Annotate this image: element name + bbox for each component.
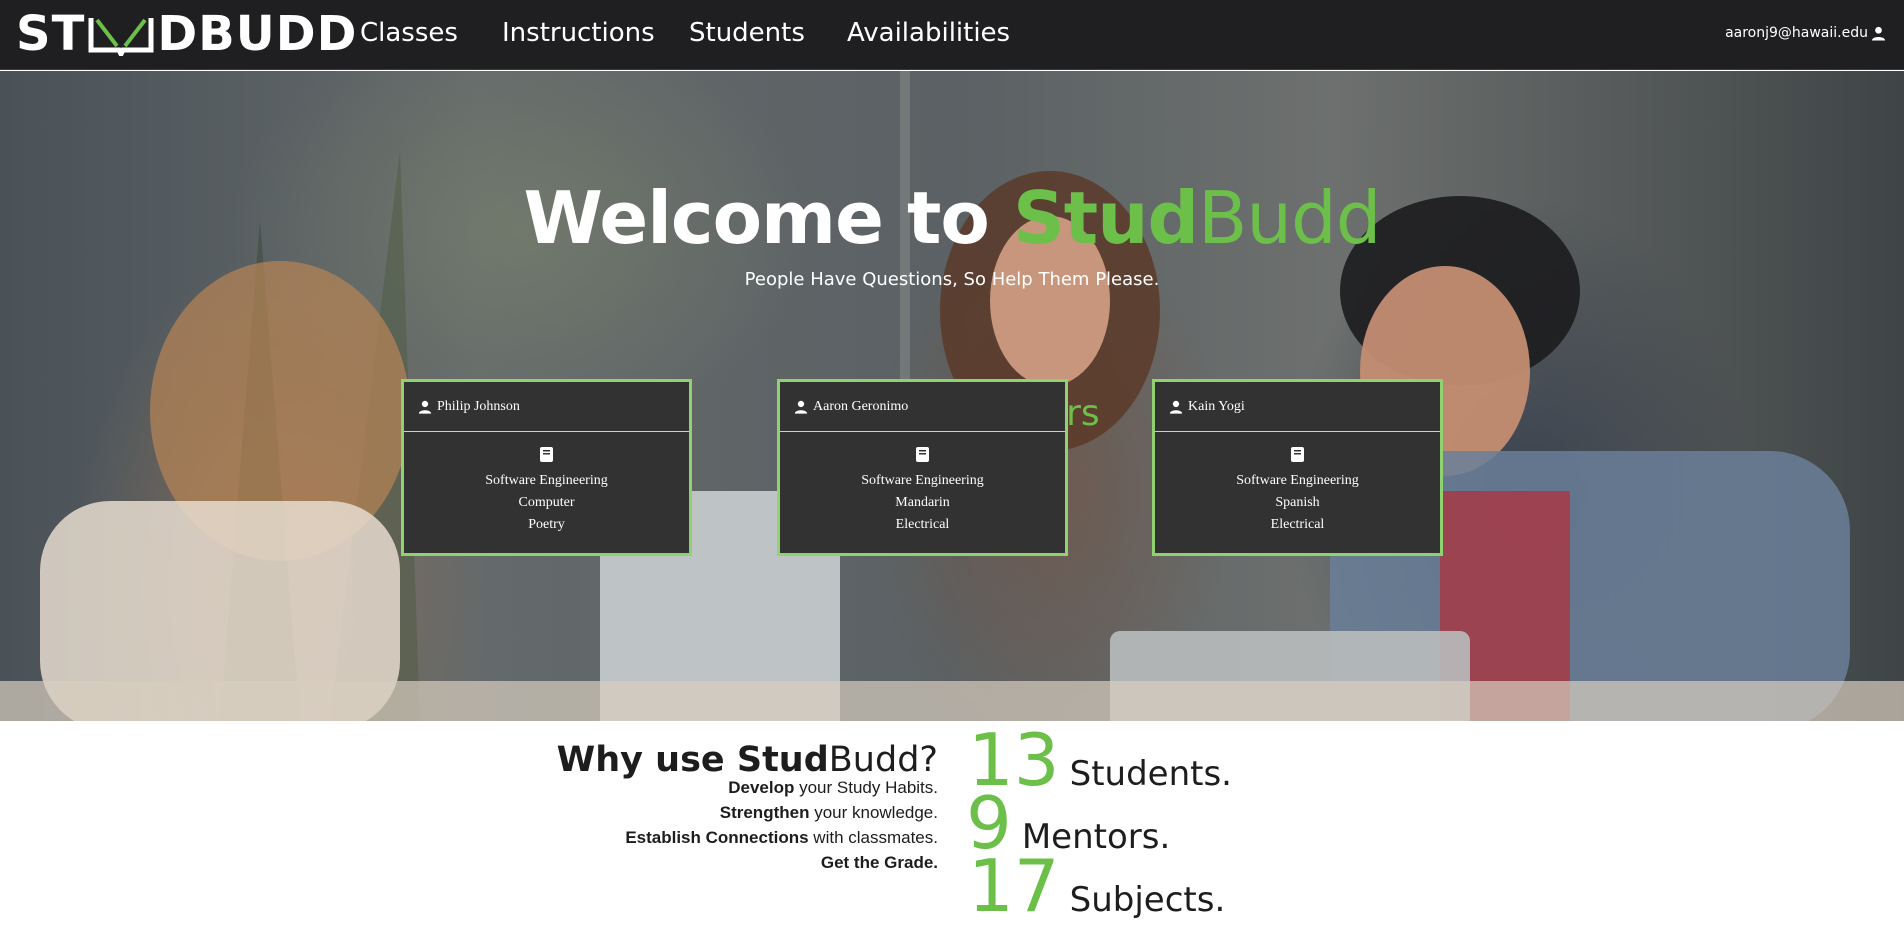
mentor-name: Aaron Geronimo — [813, 398, 909, 414]
hero-title-brand-light: Budd — [1198, 176, 1381, 260]
mentor-card[interactable]: Philip Johnson Software Engineering Comp… — [401, 379, 692, 556]
mentor-card-header: Kain Yogi — [1155, 382, 1440, 432]
user-account-menu[interactable]: aaronj9@hawaii.edu — [1725, 25, 1886, 41]
book-icon — [916, 447, 929, 462]
logo-text-right: DBUDD — [157, 6, 358, 62]
mentor-name: Philip Johnson — [437, 398, 520, 414]
mentor-card-header: Philip Johnson — [404, 382, 689, 432]
hero-subtitle: People Have Questions, So Help Them Plea… — [744, 269, 1160, 290]
mentor-subject: Electrical — [895, 517, 950, 532]
open-book-logo-icon — [88, 18, 154, 56]
why-heading-bold: Stud — [736, 740, 829, 780]
book-icon — [1291, 447, 1304, 462]
why-line-text: with classmates. — [808, 828, 938, 847]
why-line-bold: Strengthen — [719, 803, 810, 822]
mentor-subject: Software Engineering — [861, 473, 984, 488]
mentor-name: Kain Yogi — [1188, 398, 1245, 414]
mentor-card-body: Software Engineering Spanish Electrical — [1155, 432, 1440, 536]
stat-number: 17 — [968, 844, 1060, 926]
mentor-subject: Mandarin — [895, 495, 950, 510]
nav-students[interactable]: Students — [689, 18, 805, 48]
nav-classes[interactable]: Classes — [360, 18, 458, 48]
why-line-bold: Establish Connections — [625, 828, 809, 847]
mentor-card-body: Software Engineering Computer Poetry — [404, 432, 689, 536]
why-line-bold: Get the Grade. — [820, 853, 938, 872]
mentor-subject: Software Engineering — [485, 473, 608, 488]
why-line: Establish Connections with classmates. — [625, 828, 938, 848]
mentor-card[interactable]: Aaron Geronimo Software Engineering Mand… — [777, 379, 1068, 556]
mentor-card-header: Aaron Geronimo — [780, 382, 1065, 432]
user-email: aaronj9@hawaii.edu — [1725, 25, 1868, 41]
why-line: Get the Grade. — [821, 853, 938, 873]
mentor-card[interactable]: Kain Yogi Software Engineering Spanish E… — [1152, 379, 1443, 556]
stat-subjects: 17 Subjects. — [968, 844, 1225, 926]
why-line: Strengthen your knowledge. — [720, 803, 938, 823]
mentor-subject: Spanish — [1275, 495, 1320, 510]
mentor-subject: Software Engineering — [1236, 473, 1359, 488]
why-line-bold: Develop — [728, 778, 795, 797]
user-icon — [794, 400, 808, 414]
user-icon — [418, 400, 432, 414]
nav-availabilities[interactable]: Availabilities — [847, 18, 1010, 48]
user-icon — [1871, 26, 1886, 41]
why-line-text: your knowledge. — [809, 803, 938, 822]
studbudd-logo[interactable]: ST DBUDD — [16, 6, 358, 62]
why-heading-light: Budd? — [828, 740, 938, 780]
user-icon — [1169, 400, 1183, 414]
why-heading-prefix: Why use — [556, 740, 737, 780]
nav-instructions[interactable]: Instructions — [502, 18, 655, 48]
why-line-text: your Study Habits. — [794, 778, 938, 797]
why-line: Develop your Study Habits. — [728, 778, 938, 798]
why-heading: Why use StudBudd? — [557, 740, 938, 780]
mentor-subject: Computer — [518, 495, 575, 510]
mentor-subject: Poetry — [528, 517, 565, 532]
mentor-card-body: Software Engineering Mandarin Electrical — [780, 432, 1065, 536]
hero-title-prefix: Welcome to — [523, 176, 1013, 260]
logo-text-left: ST — [16, 6, 86, 62]
hero-title: Welcome to StudBudd — [0, 176, 1904, 260]
top-navbar: ST DBUDD Classes Instructions Students A… — [0, 0, 1904, 70]
mentor-subject: Electrical — [1270, 517, 1325, 532]
stat-label: Subjects. — [1069, 880, 1226, 920]
book-icon — [540, 447, 553, 462]
hero-title-brand-bold: Stud — [1012, 176, 1199, 260]
